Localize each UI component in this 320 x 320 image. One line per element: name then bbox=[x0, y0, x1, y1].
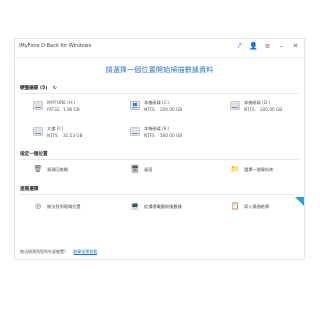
drive-count: (5) bbox=[40, 86, 48, 91]
import-icon: 📋 bbox=[230, 202, 240, 210]
drive-name: 本機磁碟 (D:) bbox=[244, 100, 270, 105]
drive-filesystem: NTFS bbox=[144, 107, 155, 112]
refresh-icon[interactable]: ↻ bbox=[53, 86, 57, 91]
window-controls: ⤤ 👤 ≡ – ✕ bbox=[235, 42, 300, 51]
share-icon[interactable]: ⤤ bbox=[235, 42, 244, 51]
system-drive-icon bbox=[130, 101, 140, 110]
drive-item-d[interactable]: 本機磁碟 (D:) NTFS 200.00 GB bbox=[230, 99, 310, 117]
drive-icon bbox=[33, 127, 43, 136]
drive-item-c[interactable]: 本機磁碟 (C:) NTFS 200.00 GB bbox=[130, 99, 210, 117]
location-desktop[interactable]: 🖥 桌面 bbox=[130, 164, 210, 176]
menu-icon[interactable]: ≡ bbox=[263, 42, 272, 51]
drive-item-e[interactable]: 本機磁碟 (E:) NTFS 500.00 GB bbox=[130, 125, 210, 143]
section-title-hard-drives: 硬盤磁碟 (5) ↻ bbox=[20, 85, 57, 91]
drive-filesystem: FAT32 bbox=[47, 107, 60, 112]
drive-filesystem: NTFS bbox=[144, 133, 155, 138]
close-icon[interactable]: ✕ bbox=[291, 42, 300, 51]
location-label: 選擇一個資料夾 bbox=[244, 167, 274, 172]
divider bbox=[20, 194, 299, 195]
advanced-label: 導入掃描結果 bbox=[244, 204, 270, 209]
advanced-label: 從損壞電腦恢復數據 bbox=[144, 204, 182, 209]
target-icon: ◎ bbox=[34, 202, 42, 210]
drive-name: 文檔 (F:) bbox=[47, 126, 64, 131]
section-title-specific-location: 指定一個位置 bbox=[20, 152, 48, 157]
advanced-label: 無法找到現場位置 bbox=[47, 204, 81, 209]
divider bbox=[20, 159, 299, 160]
app-window: iMyFone D-Back for Windows ⤤ 👤 ≡ – ✕ 請選擇… bbox=[14, 38, 305, 260]
drive-size: 1.96 GB bbox=[63, 107, 80, 112]
laptop-icon: 💻 bbox=[130, 202, 140, 210]
minimize-icon[interactable]: – bbox=[277, 42, 286, 51]
advanced-crashed-computer[interactable]: 💻 從損壞電腦恢復數據 bbox=[130, 201, 210, 213]
section-title-advanced: 進階選擇 bbox=[20, 187, 39, 192]
divider bbox=[20, 93, 299, 94]
app-title: iMyFone D-Back for Windows bbox=[19, 43, 92, 49]
desktop-icon: 🖥 bbox=[130, 165, 140, 173]
footer-help-link[interactable]: 點擊這裡查看 bbox=[73, 249, 97, 254]
folder-icon: 📁 bbox=[230, 165, 240, 173]
drive-item-f[interactable]: 文檔 (F:) NTFS 31.53 GB bbox=[33, 125, 113, 143]
drive-filesystem: NTFS bbox=[244, 107, 255, 112]
location-label: 桌面 bbox=[144, 167, 153, 172]
section-title-label: 硬盤磁碟 bbox=[20, 86, 39, 91]
recycle-bin-icon: 🗑 bbox=[33, 165, 43, 173]
drive-size: 200.00 GB bbox=[160, 107, 183, 112]
drive-item-h[interactable]: IMYFONE (H:) FAT32 1.96 GB bbox=[33, 99, 113, 117]
drive-name: 本機磁碟 (C:) bbox=[144, 100, 170, 105]
advanced-cannot-find-location[interactable]: ◎ 無法找到現場位置 bbox=[33, 201, 113, 213]
title-bar: iMyFone D-Back for Windows ⤤ 👤 ≡ – ✕ bbox=[15, 39, 304, 58]
user-icon[interactable]: 👤 bbox=[249, 42, 258, 51]
corner-badge bbox=[295, 197, 304, 206]
drive-icon bbox=[33, 101, 43, 110]
drive-name: 本機磁碟 (E:) bbox=[144, 126, 170, 131]
location-recycle-bin[interactable]: 🗑 資源回收桶 bbox=[33, 164, 113, 176]
drive-name: IMYFONE (H:) bbox=[47, 100, 76, 105]
page-heading: 請選擇一個位置開始掃描數據資料 bbox=[105, 66, 214, 74]
drive-size: 31.53 GB bbox=[63, 133, 83, 138]
drive-size: 500.00 GB bbox=[160, 133, 183, 138]
drive-icon bbox=[230, 101, 240, 110]
drive-filesystem: NTFS bbox=[47, 133, 58, 138]
footer-text: 無法偵測到您的外部裝置？ bbox=[20, 249, 68, 254]
location-select-folder[interactable]: 📁 選擇一個資料夾 bbox=[230, 164, 310, 176]
drive-icon bbox=[130, 127, 140, 136]
footer: 無法偵測到您的外部裝置？ 點擊這裡查看 bbox=[20, 249, 97, 255]
drive-size: 200.00 GB bbox=[260, 107, 283, 112]
location-label: 資源回收桶 bbox=[47, 167, 68, 172]
